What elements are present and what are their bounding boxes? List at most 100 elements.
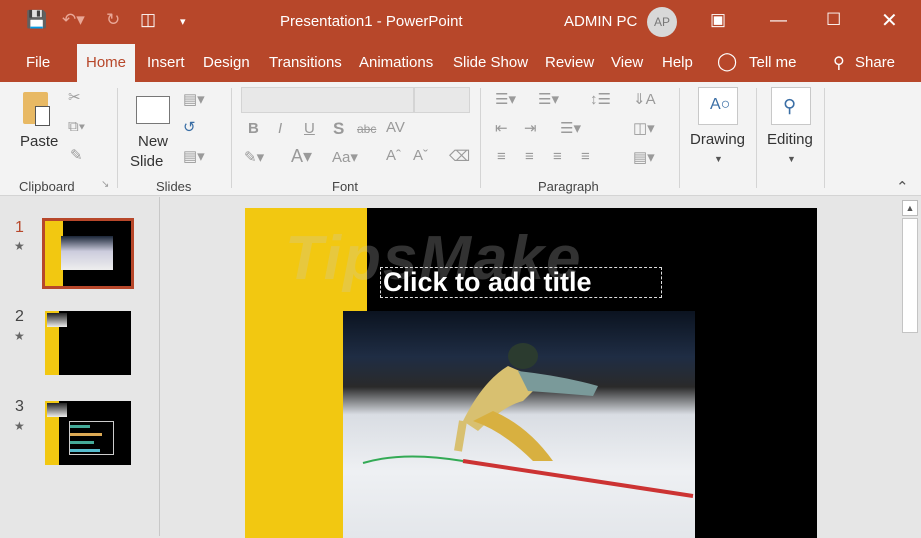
slide-thumbnail-2[interactable]: [45, 311, 131, 375]
tab-home[interactable]: Home: [77, 44, 136, 82]
new-slide-label: New: [138, 133, 169, 150]
bold-icon[interactable]: B: [248, 120, 259, 137]
ribbon-tabs: File Home Insert Design Transitions Anim…: [0, 44, 921, 82]
font-name-dropdown[interactable]: [241, 87, 414, 113]
numbering-icon[interactable]: ☰▾: [538, 90, 559, 108]
slide-number: 3: [15, 398, 24, 415]
align-center-icon[interactable]: ≡: [525, 148, 534, 165]
animation-star-icon: ★: [14, 239, 25, 253]
title-placeholder[interactable]: Click to add title: [380, 267, 662, 298]
tab-review[interactable]: Review: [545, 54, 594, 71]
tab-design[interactable]: Design: [203, 54, 250, 71]
skier-photo[interactable]: [343, 311, 695, 538]
new-slide-label-2: Slide: [130, 153, 164, 170]
paste-icon-page: [35, 106, 50, 126]
clear-formatting-icon[interactable]: ⌫: [449, 147, 470, 165]
customize-toolbar-icon[interactable]: ▾: [180, 15, 186, 28]
decrease-font-icon[interactable]: Aˇ: [413, 147, 428, 164]
slide-number: 2: [15, 308, 24, 325]
tell-me-search[interactable]: Tell me: [749, 54, 797, 71]
shadow-icon[interactable]: S: [333, 119, 344, 139]
justify-icon[interactable]: ≡: [581, 148, 590, 165]
editing-button[interactable]: Editing: [767, 131, 813, 148]
start-slideshow-icon[interactable]: ◫: [140, 10, 156, 30]
slide-thumbnail-3[interactable]: [45, 401, 131, 465]
animation-star-icon: ★: [14, 329, 25, 343]
chevron-down-icon[interactable]: ▼: [787, 154, 796, 164]
tab-transitions[interactable]: Transitions: [269, 54, 342, 71]
close-icon[interactable]: ✕: [881, 8, 898, 33]
drawing-button[interactable]: Drawing: [690, 131, 745, 148]
skier-image: [362, 343, 694, 498]
group-clipboard: Clipboard: [19, 179, 75, 194]
user-name[interactable]: ADMIN PC: [564, 13, 637, 30]
highlight-icon[interactable]: ✎▾: [244, 148, 264, 166]
reset-icon[interactable]: ↺: [183, 118, 196, 136]
slide-thumbnail-1[interactable]: [42, 218, 134, 289]
tab-animations[interactable]: Animations: [359, 54, 433, 71]
strikethrough-icon[interactable]: abc: [357, 122, 376, 136]
increase-font-icon[interactable]: Aˆ: [386, 147, 401, 164]
decrease-indent-icon[interactable]: ⇤: [495, 119, 508, 137]
clipboard-launcher-icon[interactable]: ↘: [101, 179, 109, 190]
italic-icon[interactable]: I: [278, 120, 282, 137]
slide-canvas[interactable]: TipsMake Click to add title: [245, 208, 817, 538]
tab-file[interactable]: File: [26, 54, 50, 71]
copy-icon[interactable]: ⧉▾: [68, 118, 85, 135]
text-direction-icon[interactable]: ⇓A: [633, 90, 656, 108]
collapse-ribbon-icon[interactable]: ⌃: [896, 178, 909, 196]
format-painter-icon[interactable]: ✎: [70, 146, 83, 164]
tab-view[interactable]: View: [611, 54, 643, 71]
columns-icon[interactable]: ☰▾: [560, 119, 581, 137]
cut-icon[interactable]: ✂: [68, 88, 81, 106]
title-bar: 💾 ↶▾ ↻ ◫ ▾ Presentation1 - PowerPoint AD…: [0, 0, 921, 44]
scroll-up-icon[interactable]: ▲: [902, 200, 918, 216]
chevron-down-icon[interactable]: ▼: [714, 154, 723, 164]
underline-icon[interactable]: U: [304, 120, 315, 137]
align-right-icon[interactable]: ≡: [553, 148, 562, 165]
character-spacing-icon[interactable]: AV: [386, 119, 405, 136]
lightbulb-icon: ◯: [717, 51, 738, 71]
font-color-icon[interactable]: A▾: [291, 146, 312, 167]
new-slide-button[interactable]: New Slide: [130, 90, 178, 174]
align-left-icon[interactable]: ≡: [497, 148, 506, 165]
minimize-icon[interactable]: —: [770, 10, 787, 30]
window-title: Presentation1 - PowerPoint: [280, 13, 463, 30]
new-slide-icon: [136, 96, 170, 124]
undo-icon[interactable]: ↶▾: [62, 10, 85, 30]
divider: [231, 88, 232, 188]
avatar[interactable]: AP: [647, 7, 677, 37]
increase-indent-icon[interactable]: ⇥: [524, 119, 537, 137]
smartart-icon[interactable]: ▤▾: [633, 148, 655, 166]
section-icon[interactable]: ▤▾: [183, 147, 205, 165]
vertical-scrollbar[interactable]: ▲: [900, 197, 921, 536]
change-case-icon[interactable]: Aa▾: [332, 148, 358, 166]
align-text-icon[interactable]: ◫▾: [633, 119, 655, 137]
share-button[interactable]: Share: [855, 54, 895, 71]
drawing-icon[interactable]: A○: [698, 87, 738, 125]
scrollbar-thumb[interactable]: [902, 218, 918, 333]
font-size-dropdown[interactable]: [414, 87, 470, 113]
tab-help[interactable]: Help: [662, 54, 693, 71]
ribbon-display-icon[interactable]: ▣: [710, 10, 726, 30]
divider: [756, 88, 757, 188]
paste-button[interactable]: Paste: [18, 90, 58, 170]
group-font: Font: [332, 179, 359, 194]
bullets-icon[interactable]: ☰▾: [495, 90, 516, 108]
divider: [824, 88, 825, 188]
divider: [117, 88, 118, 188]
ribbon-home: Paste ✂ ⧉▾ ✎ Clipboard ↘ New Slide ▤▾ ↺ …: [0, 82, 921, 196]
paste-label: Paste: [20, 133, 59, 150]
layout-icon[interactable]: ▤▾: [183, 90, 205, 108]
find-icon[interactable]: ⚲: [771, 87, 811, 125]
maximize-icon[interactable]: ☐: [826, 10, 841, 30]
line-spacing-icon[interactable]: ↕☰: [590, 90, 611, 108]
share-icon: ⚲: [833, 55, 845, 72]
tab-slide-show[interactable]: Slide Show: [453, 54, 528, 71]
save-icon[interactable]: 💾: [26, 10, 47, 30]
redo-icon[interactable]: ↻: [106, 10, 120, 30]
tab-insert[interactable]: Insert: [147, 54, 185, 71]
animation-star-icon: ★: [14, 419, 25, 433]
group-paragraph: Paragraph: [538, 179, 599, 194]
divider: [480, 88, 481, 188]
